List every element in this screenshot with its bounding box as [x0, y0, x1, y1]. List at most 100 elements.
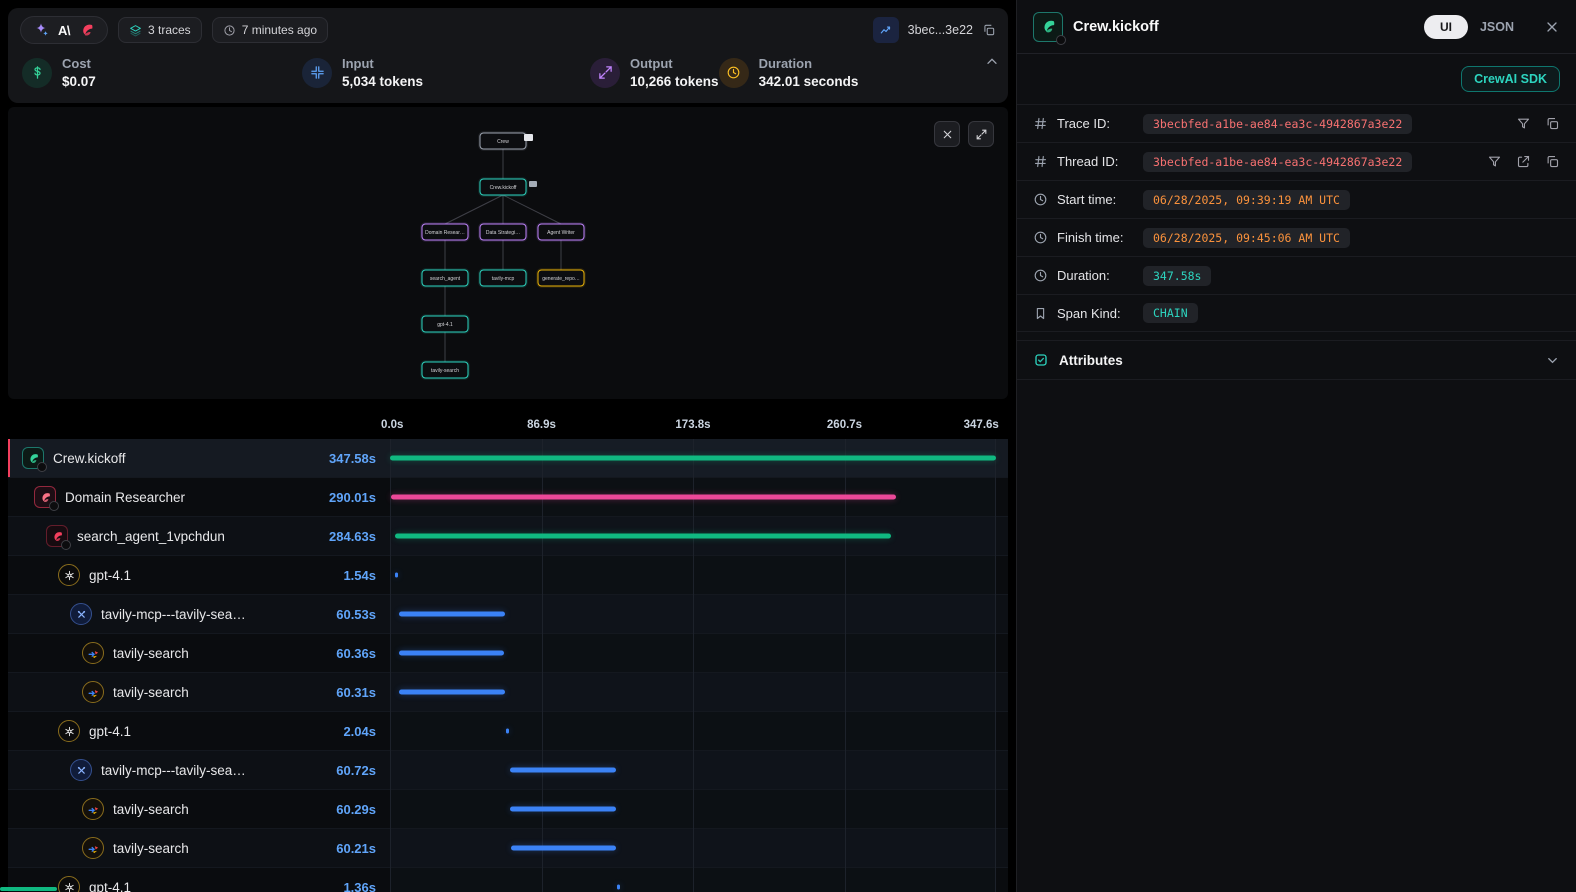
sdk-badge[interactable]: CrewAI SDK [1461, 66, 1560, 92]
topbar-right: 3bec...3e22 [873, 17, 996, 43]
span-bar[interactable] [506, 729, 510, 734]
trace-id-short: 3bec...3e22 [908, 23, 973, 37]
detail-value[interactable]: 06/28/2025, 09:39:19 AM UTC [1143, 190, 1350, 210]
span-bar[interactable] [617, 885, 620, 890]
detail-value[interactable]: 3becbfed-a1be-ae84-ea3c-4942867a3e22 [1143, 152, 1412, 172]
span-duration: 60.31s [336, 685, 390, 700]
external-link-icon[interactable] [1516, 154, 1531, 169]
graph-node[interactable]: Crew.kickoff [480, 179, 526, 195]
stat-label: Duration [759, 56, 859, 71]
graph-node[interactable]: tavily-search [422, 362, 468, 378]
span-bar[interactable] [391, 495, 897, 500]
chart-button[interactable] [873, 17, 899, 43]
trace-row[interactable]: gpt-4.1 2.04s [8, 712, 1008, 751]
span-bar[interactable] [395, 573, 398, 578]
span-bar[interactable] [399, 651, 504, 656]
scroll-indicator[interactable] [0, 887, 57, 891]
span-name: gpt-4.1 [89, 880, 131, 892]
trace-graph: Crew Crew.kickoff Domain Resear… Data St… [8, 107, 1008, 399]
stat-value: 342.01 seconds [759, 74, 859, 89]
openai-icon [58, 564, 80, 586]
close-graph-button[interactable] [934, 121, 960, 147]
trace-row[interactable]: Crew.kickoff 347.58s [8, 439, 1008, 478]
trace-row[interactable]: search_agent_1vpchdun 284.63s [8, 517, 1008, 556]
detail-row: Thread ID: 3becbfed-a1be-ae84-ea3c-49428… [1017, 142, 1576, 180]
graph-node[interactable]: Data Strategi… [480, 224, 526, 240]
collapse-stats-button[interactable] [984, 54, 1000, 70]
span-bar[interactable] [399, 690, 504, 695]
stat-label: Cost [62, 56, 96, 71]
span-track [390, 595, 996, 633]
copy-icon[interactable] [1545, 154, 1560, 169]
graph-node[interactable]: Crew [480, 133, 526, 149]
bookmark-icon [1033, 306, 1049, 321]
graph-actions [934, 121, 994, 147]
span-track [390, 478, 996, 516]
trace-viewer-app: A\ 3 traces 7 minutes ago 3bec...3e22 [0, 0, 1576, 892]
span-name-cell: Domain Researcher 290.01s [8, 478, 390, 516]
span-bar[interactable] [510, 807, 615, 812]
filter-icon[interactable] [1516, 116, 1531, 131]
trace-row[interactable]: tavily-mcp---tavily-sea… 60.53s [8, 595, 1008, 634]
trace-row[interactable]: tavily-mcp---tavily-sea… 60.72s [8, 751, 1008, 790]
span-bar[interactable] [511, 846, 616, 851]
graph-node[interactable]: Domain Resear… [422, 224, 468, 240]
span-bar[interactable] [395, 534, 891, 539]
close-panel-button[interactable] [1544, 19, 1560, 35]
filter-icon[interactable] [1487, 154, 1502, 169]
detail-row: Finish time: 06/28/2025, 09:45:06 AM UTC [1017, 218, 1576, 256]
detail-value[interactable]: 3becbfed-a1be-ae84-ea3c-4942867a3e22 [1143, 114, 1412, 134]
stat-label: Output [630, 56, 719, 71]
sub-badge [1056, 35, 1066, 45]
span-track [390, 868, 996, 892]
expand-graph-button[interactable] [968, 121, 994, 147]
crewai-logo [1040, 18, 1057, 35]
traces-count-badge[interactable]: 3 traces [118, 17, 202, 43]
sub-badge [61, 540, 71, 550]
trace-row[interactable]: tavily-search 60.29s [8, 790, 1008, 829]
graph-node[interactable]: tavily-mcp [480, 270, 526, 286]
detail-value[interactable]: 06/28/2025, 09:45:06 AM UTC [1143, 228, 1350, 248]
graph-node[interactable]: generate_repo… [538, 270, 584, 286]
trace-row[interactable]: gpt-4.1 1.54s [8, 556, 1008, 595]
span-bar[interactable] [399, 612, 505, 617]
span-duration: 290.01s [329, 490, 390, 505]
layers-icon [129, 24, 142, 37]
axis-tick: 86.9s [527, 419, 556, 431]
span-bar[interactable] [390, 456, 996, 461]
attributes-section-header[interactable]: Attributes [1017, 340, 1576, 380]
graph-node[interactable]: Agent Writer [538, 224, 584, 240]
span-name: tavily-mcp---tavily-sea… [101, 763, 246, 778]
span-track [390, 556, 996, 594]
copy-icon[interactable] [1545, 116, 1560, 131]
tab-json[interactable]: JSON [1468, 15, 1526, 39]
trace-main-panel: A\ 3 traces 7 minutes ago 3bec...3e22 [0, 0, 1016, 892]
tavily-icon [82, 681, 104, 703]
clock-icon [223, 24, 236, 37]
axis-tick: 260.7s [827, 419, 862, 431]
trace-row[interactable]: Domain Researcher 290.01s [8, 478, 1008, 517]
tab-ui[interactable]: UI [1424, 15, 1468, 39]
openai-icon [58, 876, 80, 892]
chart-icon [879, 23, 893, 37]
span-name: Domain Researcher [65, 490, 185, 505]
graph-mini-node [529, 181, 537, 187]
span-bar[interactable] [510, 768, 616, 773]
trace-row[interactable]: gpt-4.1 1.36s [8, 868, 1008, 892]
hash-icon [1033, 116, 1049, 131]
copy-trace-id-button[interactable] [982, 23, 996, 37]
trace-summary-card: A\ 3 traces 7 minutes ago 3bec...3e22 [8, 8, 1008, 103]
trace-row[interactable]: tavily-search 60.31s [8, 673, 1008, 712]
span-duration: 60.29s [336, 802, 390, 817]
span-name-cell: tavily-search 60.36s [8, 634, 390, 672]
detail-value[interactable]: 347.58s [1143, 266, 1211, 286]
sparkle-icon [33, 22, 49, 38]
span-track [390, 634, 996, 672]
detail-value[interactable]: CHAIN [1143, 303, 1198, 323]
graph-node[interactable]: gpt-4.1 [422, 316, 468, 332]
clock-icon [1033, 230, 1049, 245]
trace-row[interactable]: tavily-search 60.36s [8, 634, 1008, 673]
chevron-down-icon[interactable] [1545, 353, 1560, 368]
graph-node[interactable]: search_agent [422, 270, 468, 286]
trace-row[interactable]: tavily-search 60.21s [8, 829, 1008, 868]
